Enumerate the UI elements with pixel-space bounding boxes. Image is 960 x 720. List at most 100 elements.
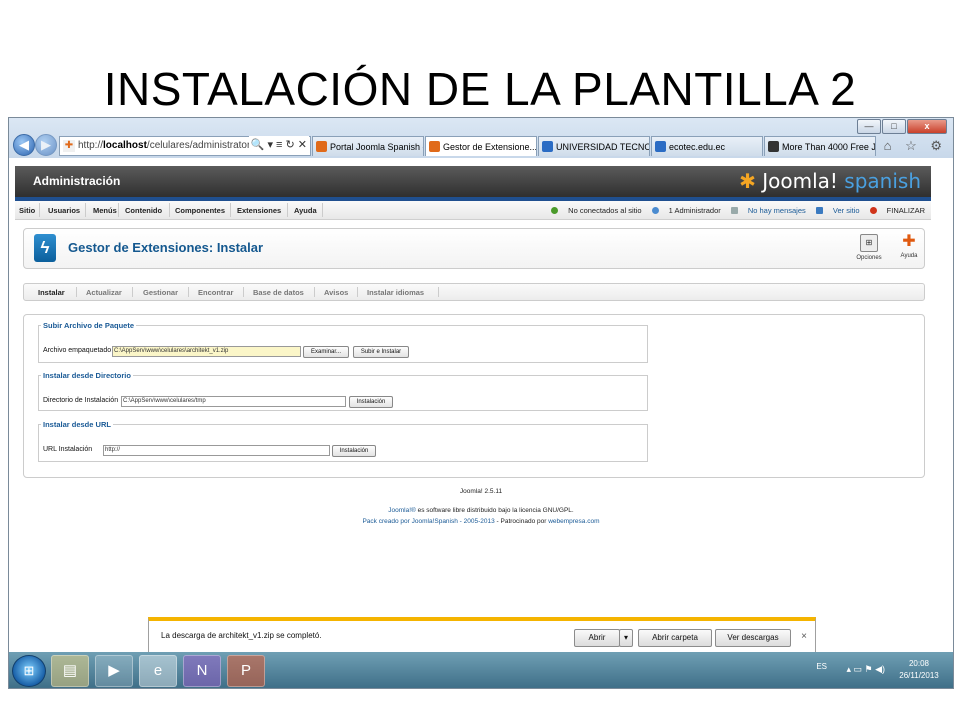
tab-icon <box>429 141 440 152</box>
submenu-divider <box>188 287 189 297</box>
joomla-logo: ✱ Joomla! spanish <box>739 169 921 193</box>
submenu-divider <box>314 287 315 297</box>
tab-universidad[interactable]: UNIVERSIDAD TECNOL... <box>538 136 650 156</box>
admin-menu-bar: Sitio Usuarios Menús Contenido Component… <box>15 201 931 220</box>
joomla-version: Joomla! 2.5.11 <box>459 488 503 495</box>
options-icon: ⊞ <box>860 234 878 252</box>
menu-componentes[interactable]: Componentes <box>175 206 225 215</box>
open-dropdown-button[interactable]: ▾ <box>619 629 633 647</box>
status-admins: 1 Administrador <box>651 206 721 215</box>
joomla-header: Administración ✱ Joomla! spanish <box>15 166 931 201</box>
media-player-taskbar-icon[interactable]: ▶ <box>95 655 133 687</box>
minimize-button[interactable]: — <box>857 119 881 134</box>
browser-screenshot: — □ x ◀ ▶ ✚ http://localhost/celulares/ad… <box>8 117 954 689</box>
submenu-divider <box>243 287 244 297</box>
tab-strip: Portal Joomla Spanish -... Gestor de Ext… <box>312 136 877 156</box>
tab-icon <box>316 141 327 152</box>
tab-icon <box>768 141 779 152</box>
browser-tools-icons[interactable]: ⌂ ☆ ⚙ <box>884 138 947 154</box>
install-url-fieldset: Instalar desde URL URL Instalación http:… <box>38 420 648 462</box>
submenu-base-de-datos[interactable]: Base de datos <box>253 288 304 297</box>
options-button[interactable]: ⊞ Opciones <box>854 234 884 261</box>
onenote-taskbar-icon[interactable]: N <box>183 655 221 687</box>
package-file-input[interactable]: C:\AppServ\www\celulares\architekt_v1.zi… <box>112 346 301 357</box>
messages-icon <box>730 207 738 214</box>
download-message: La descarga de architekt_v1.zip se compl… <box>161 631 322 640</box>
upload-package-fieldset: Subir Archivo de Paquete Archivo empaque… <box>38 321 648 363</box>
back-icon[interactable]: ◀ <box>13 134 35 156</box>
joomla-spanish-link[interactable]: Pack creado por Joomla!Spanish - 2005-20… <box>362 518 494 525</box>
download-notification-bar: La descarga de architekt_v1.zip se compl… <box>148 617 816 656</box>
submenu-encontrar[interactable]: Encontrar <box>198 288 233 297</box>
clock-date: 26/11/2013 <box>899 671 939 680</box>
menu-extensiones[interactable]: Extensiones <box>237 206 281 215</box>
install-directory-button[interactable]: Instalación <box>349 396 393 408</box>
directory-legend: Instalar desde Directorio <box>43 371 131 380</box>
install-url-input[interactable]: http:// <box>103 445 330 456</box>
close-download-bar-icon[interactable]: × <box>801 631 807 642</box>
submenu-instalar-idiomas[interactable]: Instalar idiomas <box>367 288 424 297</box>
joomla-logo-icon: ✱ <box>739 169 756 193</box>
view-downloads-button[interactable]: Ver descargas <box>715 629 791 647</box>
upload-install-button[interactable]: Subir e Instalar <box>353 346 409 358</box>
open-button[interactable]: Abrir <box>574 629 620 647</box>
menu-sitio[interactable]: Sitio <box>19 206 35 215</box>
joomla-link[interactable]: Joomla!® <box>388 507 416 514</box>
submenu-gestionar[interactable]: Gestionar <box>143 288 178 297</box>
close-window-button[interactable]: x <box>907 119 947 134</box>
install-url-button[interactable]: Instalación <box>332 445 376 457</box>
menu-contenido[interactable]: Contenido <box>125 206 162 215</box>
submenu-divider <box>76 287 77 297</box>
extensions-icon: ϟ <box>34 234 56 262</box>
powerpoint-taskbar-icon[interactable]: P <box>227 655 265 687</box>
url-legend: Instalar desde URL <box>43 420 111 429</box>
window-controls: — □ x <box>857 119 947 134</box>
license-line: Joomla!® es software libre distribuido b… <box>388 507 574 514</box>
upload-legend: Subir Archivo de Paquete <box>43 321 134 330</box>
tab-icon <box>542 141 553 152</box>
menu-divider <box>322 203 323 217</box>
forward-icon[interactable]: ▶ <box>35 134 57 156</box>
tab-more-than-4000[interactable]: More Than 4000 Free Jo... <box>764 136 876 156</box>
logout-link[interactable]: FINALIZAR <box>869 206 925 215</box>
view-site-icon <box>815 207 823 214</box>
menu-divider <box>287 203 288 217</box>
tab-ecotec[interactable]: ecotec.edu.ec <box>651 136 763 156</box>
menu-ayuda[interactable]: Ayuda <box>294 206 317 215</box>
submenu-divider <box>132 287 133 297</box>
view-site-link[interactable]: Ver sitio <box>815 206 860 215</box>
internet-explorer-taskbar-icon[interactable]: e <box>139 655 177 687</box>
page-title: Gestor de Extensiones: Instalar <box>68 240 264 255</box>
open-folder-button[interactable]: Abrir carpeta <box>638 629 712 647</box>
menu-menus[interactable]: Menús <box>93 206 117 215</box>
tab-gestor-extensiones[interactable]: Gestor de Extensione...✕ <box>425 136 537 156</box>
browse-button[interactable]: Examinar... <box>303 346 349 358</box>
clock[interactable]: 20:08 26/11/2013 <box>893 658 945 682</box>
submenu-instalar[interactable]: Instalar <box>38 288 65 297</box>
start-button[interactable]: ⊞ <box>12 655 46 687</box>
directory-label: Directorio de Instalación <box>43 397 119 404</box>
help-icon: ✚ <box>902 233 916 250</box>
status-messages[interactable]: No hay mensajes <box>730 206 806 215</box>
admin-title: Administración <box>33 174 121 188</box>
submenu-actualizar[interactable]: Actualizar <box>86 288 122 297</box>
submenu-avisos[interactable]: Avisos <box>324 288 348 297</box>
visitors-icon <box>551 207 559 214</box>
menu-usuarios[interactable]: Usuarios <box>48 206 80 215</box>
tray-icons[interactable]: ▴ ▭ ⚑ ◀) <box>846 664 885 675</box>
install-directory-fieldset: Instalar desde Directorio Directorio de … <box>38 371 648 411</box>
logout-icon <box>869 207 877 214</box>
webempresa-link[interactable]: webempresa.com <box>548 518 599 525</box>
menu-divider <box>39 203 40 217</box>
page-title-box: ϟ Gestor de Extensiones: Instalar ⊞ Opci… <box>23 228 925 269</box>
maximize-button[interactable]: □ <box>882 119 906 134</box>
language-indicator[interactable]: ES <box>816 662 827 671</box>
tab-icon <box>655 141 666 152</box>
address-tools[interactable]: 🔍 ▾ ≡ ↻ ✕ <box>249 136 309 154</box>
tab-portal-joomla[interactable]: Portal Joomla Spanish -... <box>312 136 424 156</box>
help-button[interactable]: ✚ Ayuda <box>894 233 924 260</box>
install-directory-input[interactable]: C:\AppServ\www\celulares/tmp <box>121 396 346 407</box>
submenu: Instalar Actualizar Gestionar Encontrar … <box>23 283 925 301</box>
menu-divider <box>230 203 231 217</box>
explorer-taskbar-icon[interactable]: ▤ <box>51 655 89 687</box>
